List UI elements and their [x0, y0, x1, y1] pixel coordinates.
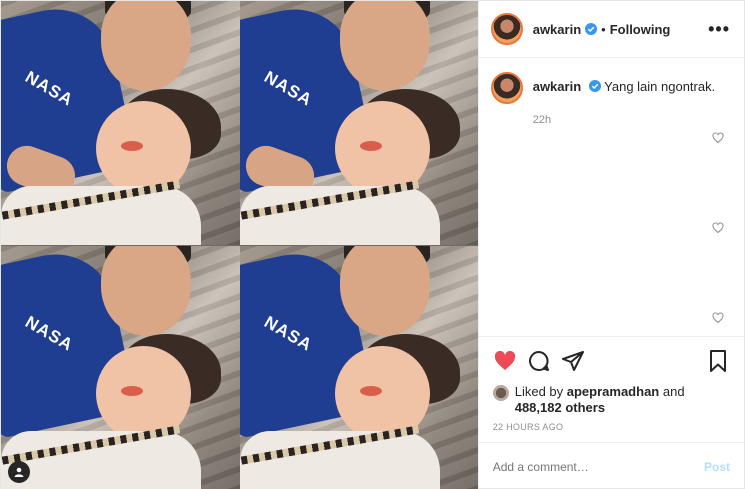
likes-count[interactable]: 488,182 others	[515, 400, 605, 415]
caption-username[interactable]: awkarin	[533, 79, 581, 94]
separator-dot: •	[601, 21, 606, 37]
post-sidebar: awkarin • Following ••• awkarin Yang lai…	[477, 1, 744, 489]
photo-panel-bottom-left: NASA	[1, 246, 240, 489]
likes-conj: and	[662, 384, 685, 399]
verified-icon	[585, 23, 598, 35]
likes-summary: Liked by apepramadhan and 488,182 others	[479, 384, 744, 416]
post-timestamp[interactable]: 22 HOURS AGO	[479, 416, 744, 442]
verified-icon	[588, 80, 601, 92]
caption-text: Yang lain ngontrak.	[604, 79, 716, 94]
bookmark-icon[interactable]	[706, 349, 730, 373]
avatar[interactable]	[490, 72, 523, 104]
comment-like-heart-icon[interactable]	[712, 222, 724, 234]
heart-icon[interactable]	[493, 349, 517, 373]
liker-username[interactable]: apepramadhan	[567, 384, 659, 399]
instagram-post: NASA NASA NASA NASA awkarin • Following …	[0, 0, 745, 489]
liker-avatar[interactable]	[492, 385, 509, 401]
comment-icon[interactable]	[527, 349, 551, 373]
add-comment-bar: Post	[478, 442, 744, 489]
header-username[interactable]: awkarin	[533, 22, 581, 37]
post-header: awkarin • Following •••	[478, 1, 744, 58]
caption-text-wrap: awkarin Yang lain ngontrak.	[533, 72, 716, 96]
post-photo[interactable]: NASA NASA NASA NASA	[1, 1, 478, 489]
comment-like-heart-icon[interactable]	[712, 312, 724, 324]
likes-prefix: Liked by	[514, 384, 564, 399]
likes-text: Liked by apepramadhan and 488,182 others	[515, 384, 685, 416]
photo-panel-bottom-right: NASA	[240, 246, 478, 489]
photo-panel-top-left: NASA	[1, 1, 240, 245]
share-icon[interactable]	[561, 349, 585, 373]
photo-panel-top-right: NASA	[240, 1, 478, 245]
caption: awkarin Yang lain ngontrak.	[490, 72, 730, 104]
caption-time: 22h	[532, 114, 552, 126]
comment-like-heart-icon[interactable]	[712, 132, 724, 144]
user-tag-icon[interactable]	[8, 461, 30, 483]
comment-input[interactable]	[492, 459, 704, 474]
post-button[interactable]: Post	[704, 460, 730, 474]
more-icon[interactable]: •••	[708, 19, 730, 40]
avatar[interactable]	[490, 13, 523, 45]
comments-section: awkarin Yang lain ngontrak. 22h	[479, 58, 744, 336]
following-button[interactable]: Following	[610, 22, 671, 37]
action-bar	[478, 336, 744, 384]
